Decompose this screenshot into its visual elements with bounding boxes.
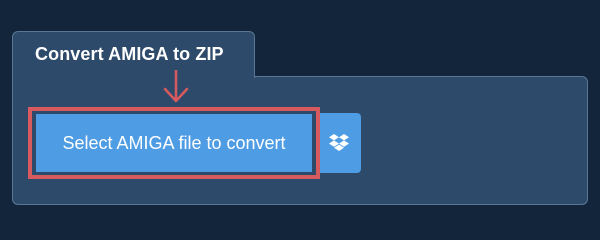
tab-title: Convert AMIGA to ZIP [35, 44, 224, 64]
tab-panel-seam [13, 75, 254, 78]
arrow-down-icon [163, 70, 189, 103]
button-highlight-frame [28, 107, 320, 179]
dropbox-button[interactable] [316, 113, 361, 173]
converter-tab: Convert AMIGA to ZIP [12, 31, 255, 78]
converter-widget: Convert AMIGA to ZIP Select AMIGA file t… [0, 0, 600, 230]
dropbox-icon [328, 134, 349, 151]
